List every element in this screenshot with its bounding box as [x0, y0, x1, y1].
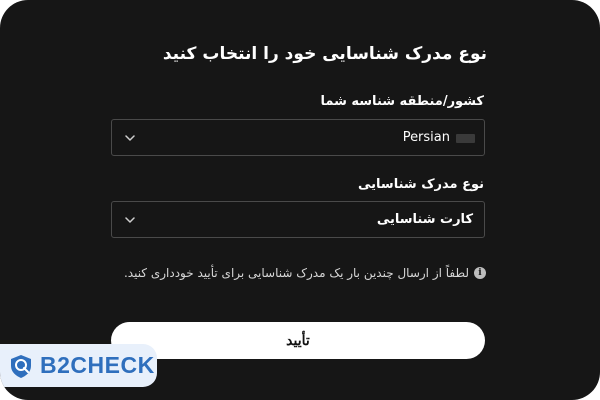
dialog-title: نوع مدرک شناسایی خود را انتخاب کنید — [162, 44, 487, 64]
watermark-badge: B2CHECK — [0, 344, 157, 387]
info-text: لطفاً از ارسال چندین بار یک مدرک شناسایی… — [123, 266, 469, 280]
doctype-select[interactable]: کارت شناسایی — [111, 201, 485, 238]
doctype-field-label: نوع مدرک شناسایی — [358, 177, 484, 192]
shield-logo-icon — [8, 353, 34, 379]
chevron-down-icon — [123, 131, 137, 145]
chevron-down-icon — [123, 213, 137, 227]
id-type-dialog: نوع مدرک شناسایی خود را انتخاب کنید کشور… — [0, 0, 600, 400]
country-field-label: کشور/منطقه شناسه شما — [320, 94, 484, 109]
doctype-select-value: کارت شناسایی — [376, 212, 473, 227]
watermark-text: B2CHECK — [40, 352, 155, 378]
info-note: i لطفاً از ارسال چندین بار یک مدرک شناسا… — [124, 266, 486, 280]
info-icon: i — [474, 267, 486, 279]
country-select[interactable]: Persian — [111, 119, 485, 156]
country-select-value: Persian — [402, 130, 450, 145]
confirm-button[interactable]: تأیید — [111, 322, 485, 359]
flag-icon — [456, 134, 475, 143]
